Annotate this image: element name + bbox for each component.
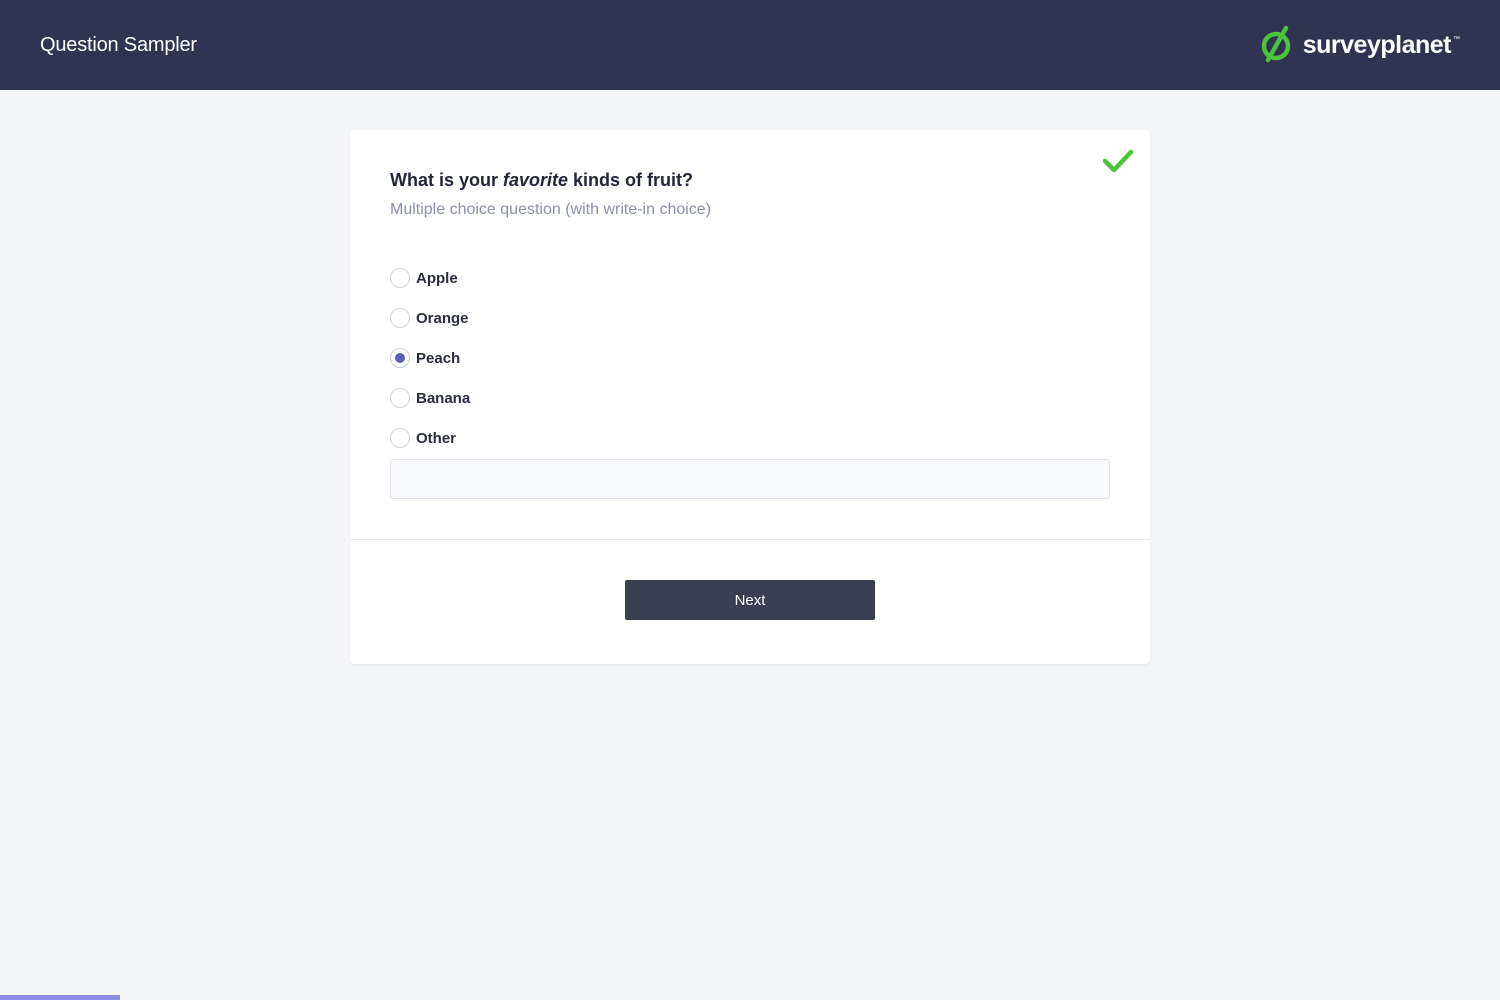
next-button[interactable]: Next <box>625 580 875 620</box>
option-label: Apple <box>416 269 458 287</box>
answer-options: Apple Orange Peach Banana Other <box>390 258 470 458</box>
app-header: Question Sampler surveyplanet ™ <box>0 0 1500 90</box>
radio-button[interactable] <box>390 428 410 448</box>
card-divider <box>350 539 1150 540</box>
radio-button[interactable] <box>390 308 410 328</box>
option-label: Banana <box>416 389 471 407</box>
radio-button-selected[interactable] <box>390 348 410 368</box>
check-icon <box>1102 149 1134 173</box>
question-text: What is your favorite kinds of fruit? <box>390 170 694 190</box>
radio-dot <box>395 353 405 363</box>
question-subtitle: Multiple choice question (with write-in … <box>390 201 712 218</box>
surveyplanet-logo-icon <box>1261 25 1290 63</box>
progress-fill <box>0 995 120 1000</box>
option-label: Peach <box>416 349 461 367</box>
option-orange[interactable]: Orange <box>390 298 470 338</box>
option-label: Orange <box>416 309 469 327</box>
option-label: Other <box>416 429 457 447</box>
brand-trademark: ™ <box>1453 36 1460 43</box>
brand-logo[interactable]: surveyplanet ™ <box>1259 24 1460 66</box>
question-card: What is your favorite kinds of fruit? Mu… <box>350 130 1150 664</box>
write-in-input[interactable] <box>390 459 1110 499</box>
option-peach[interactable]: Peach <box>390 338 470 378</box>
option-other[interactable]: Other <box>390 418 470 458</box>
question-emphasis: favorite <box>503 170 569 190</box>
radio-button[interactable] <box>390 388 410 408</box>
page-title: Question Sampler <box>40 33 197 56</box>
brand-name: surveyplanet <box>1302 30 1452 59</box>
option-apple[interactable]: Apple <box>390 258 470 298</box>
radio-button[interactable] <box>390 268 410 288</box>
option-banana[interactable]: Banana <box>390 378 470 418</box>
progress-bar <box>0 995 1500 1000</box>
